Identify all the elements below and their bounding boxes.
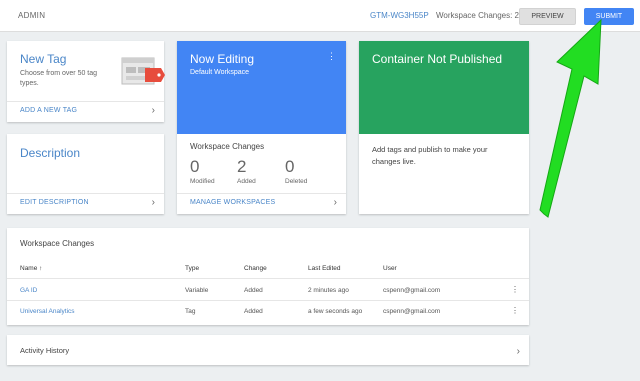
column-header-name[interactable]: Name ↑ xyxy=(20,265,42,272)
stat-deleted: 0 Deleted xyxy=(285,157,307,185)
workspace-changes-count: Workspace Changes: 2 xyxy=(436,11,520,20)
not-published-title: Container Not Published xyxy=(372,52,503,66)
card-divider xyxy=(177,193,346,194)
row-user: cspenn@gmail.com xyxy=(383,287,441,294)
annotation-arrow-icon xyxy=(539,18,602,218)
container-not-published-card: Container Not Published Add tags and pub… xyxy=(359,41,529,214)
not-published-body: Add tags and publish to make your change… xyxy=(372,145,488,166)
row-name-link[interactable]: Universal Analytics xyxy=(20,308,75,315)
stat-label: Deleted xyxy=(285,178,308,185)
row-divider xyxy=(7,300,529,301)
row-change: Added xyxy=(244,287,263,294)
chevron-right-icon[interactable]: › xyxy=(152,105,155,116)
stat-value: 0 xyxy=(190,157,200,176)
stat-modified: 0 Modified xyxy=(190,157,215,185)
now-editing-card: Now Editing Default Workspace ⋮ Workspac… xyxy=(177,41,346,214)
workspace-changes-table: Workspace Changes Name ↑ Type Change Las… xyxy=(7,228,529,325)
column-header-change[interactable]: Change xyxy=(244,265,267,272)
row-divider xyxy=(7,278,529,279)
more-vert-icon[interactable]: ⋮ xyxy=(511,285,519,294)
stat-added: 2 Added xyxy=(237,157,256,185)
more-vert-icon[interactable]: ⋮ xyxy=(511,306,519,315)
stat-value: 0 xyxy=(285,157,295,176)
row-change: Added xyxy=(244,308,263,315)
chevron-right-icon[interactable]: › xyxy=(517,346,520,357)
tag-illustration-icon xyxy=(121,57,165,85)
stat-label: Added xyxy=(237,178,256,185)
activity-history-card[interactable]: Activity History › xyxy=(7,335,529,365)
edit-description-link[interactable]: EDIT DESCRIPTION xyxy=(20,199,89,206)
column-header-type[interactable]: Type xyxy=(185,265,199,272)
container-id-link[interactable]: GTM-WG3H55P xyxy=(370,11,429,20)
not-published-header: Container Not Published xyxy=(359,41,529,134)
chevron-right-icon[interactable]: › xyxy=(152,197,155,208)
description-card: Description EDIT DESCRIPTION › xyxy=(7,134,164,214)
now-editing-header: Now Editing Default Workspace ⋮ xyxy=(177,41,346,134)
workspace-name: Default Workspace xyxy=(190,69,250,76)
new-tag-title: New Tag xyxy=(20,52,67,66)
new-tag-card[interactable]: New Tag Choose from over 50 tag types. A… xyxy=(7,41,165,122)
column-header-user[interactable]: User xyxy=(383,265,397,272)
now-editing-title: Now Editing xyxy=(190,52,255,66)
card-divider xyxy=(7,101,164,102)
chevron-right-icon[interactable]: › xyxy=(334,197,337,208)
row-user: cspenn@gmail.com xyxy=(383,308,441,315)
admin-link[interactable]: ADMIN xyxy=(18,11,45,20)
column-header-last-edited[interactable]: Last Edited xyxy=(308,265,341,272)
workspace-changes-label: Workspace Changes xyxy=(190,142,265,151)
description-title: Description xyxy=(20,146,81,160)
activity-history-label: Activity History xyxy=(20,346,70,355)
row-name-link[interactable]: GA ID xyxy=(20,287,37,294)
row-last-edited: 2 minutes ago xyxy=(308,287,349,294)
stat-value: 2 xyxy=(237,157,247,176)
add-new-tag-link[interactable]: ADD A NEW TAG xyxy=(20,107,77,114)
card-divider xyxy=(7,193,164,194)
table-heading: Workspace Changes xyxy=(20,239,95,248)
more-vert-icon[interactable]: ⋮ xyxy=(327,51,336,62)
row-last-edited: a few seconds ago xyxy=(308,308,363,315)
new-tag-subtitle: Choose from over 50 tag types. xyxy=(20,70,98,87)
row-type: Variable xyxy=(185,287,209,294)
manage-workspaces-link[interactable]: MANAGE WORKSPACES xyxy=(190,199,275,206)
stat-label: Modified xyxy=(190,178,215,185)
row-type: Tag xyxy=(185,308,196,315)
